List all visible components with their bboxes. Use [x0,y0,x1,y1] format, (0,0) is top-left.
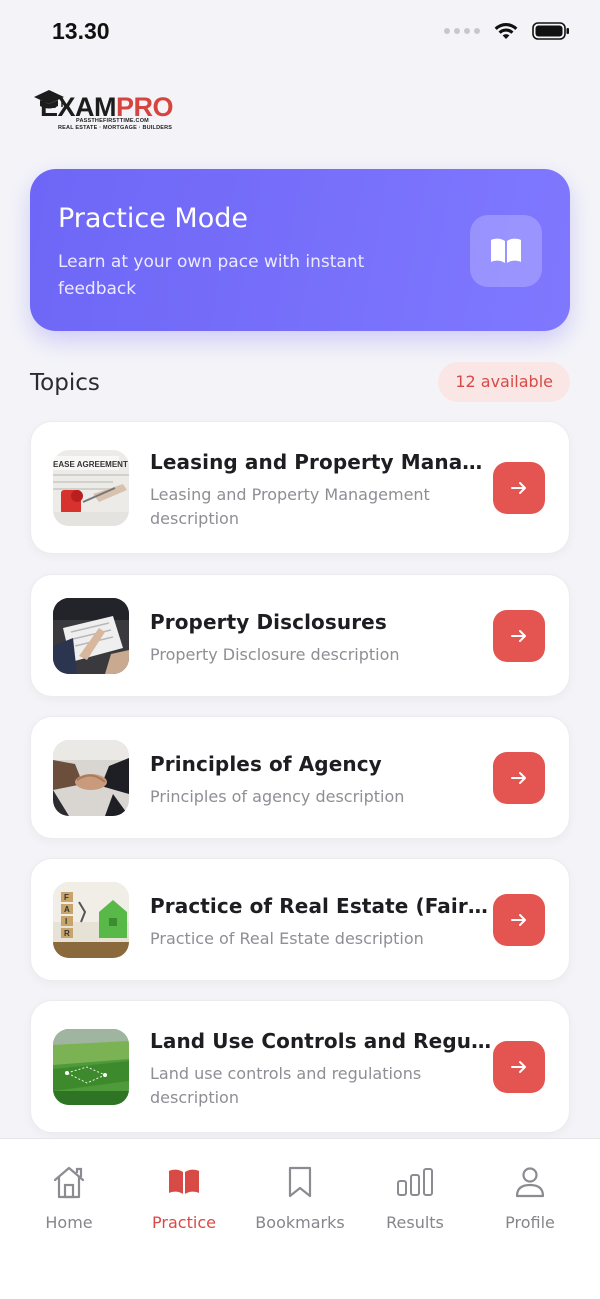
open-book-icon [470,215,542,287]
nav-item-profile[interactable]: Profile [475,1163,585,1232]
hero-title: Practice Mode [58,203,248,234]
logo-tagline: PASSTHEFIRSTTIME.COM [76,118,149,124]
status-icons [444,22,570,40]
topic-card-leasing[interactable]: EASE AGREEMENT Leasing and Property Mana… [30,421,570,554]
topic-card-practice-real-estate[interactable]: F A I R Practice of Real Estate (Fair H…… [30,858,570,981]
open-topic-button[interactable] [493,752,545,804]
arrow-right-icon [511,482,526,494]
nav-item-home[interactable]: Home [14,1163,124,1232]
open-topic-button[interactable] [493,1041,545,1093]
topic-description: Principles of agency description [150,787,405,806]
bookmark-icon [245,1163,355,1201]
logo-subline: REAL ESTATE · MORTGAGE · BUILDERS [58,125,173,131]
status-time: 13.30 [52,18,110,44]
topic-title: Property Disclosures [150,610,387,634]
arrow-right-icon [511,772,526,784]
handshake-thumbnail [53,740,129,816]
arrow-right-icon [511,914,526,926]
open-topic-button[interactable] [493,894,545,946]
nav-label: Profile [505,1213,555,1232]
book-icon [129,1163,239,1201]
topic-title: Practice of Real Estate (Fair H… [150,894,494,918]
svg-text:R: R [64,929,70,938]
fair-housing-thumbnail: F A I R [53,882,129,958]
status-bar: 13.30 [0,0,600,64]
lease-agreement-thumbnail: EASE AGREEMENT [53,450,129,526]
nav-item-results[interactable]: Results [360,1163,470,1232]
topic-title: Land Use Controls and Regula… [150,1029,494,1053]
topic-card-agency[interactable]: Principles of Agency Principles of agenc… [30,716,570,839]
aerial-land-thumbnail [53,1029,129,1105]
topic-description: Practice of Real Estate description [150,929,424,948]
battery-icon [532,22,569,40]
user-icon [475,1163,585,1201]
wifi-icon [494,23,518,39]
arrow-right-icon [511,1061,526,1073]
signal-dots-icon [444,28,480,34]
nav-label: Results [386,1213,444,1232]
practice-mode-card: Practice Mode Learn at your own pace wit… [30,169,570,331]
bar-chart-icon [360,1163,470,1201]
svg-text:I: I [65,917,67,926]
topic-card-disclosures[interactable]: Property Disclosures Property Disclosure… [30,574,570,697]
nav-label: Bookmarks [255,1213,345,1232]
hero-subtitle: Learn at your own pace with instant feed… [58,252,365,299]
svg-text:F: F [64,893,69,902]
topic-description: Land use controls and regulations descri… [150,1064,422,1107]
topic-card-land-use[interactable]: Land Use Controls and Regula… Land use c… [30,1000,570,1133]
topic-title: Principles of Agency [150,752,382,776]
svg-text:A: A [64,905,70,914]
home-icon [14,1163,124,1201]
exampro-logo: EXAMPRO PASSTHEFIRSTTIME.COM REAL ESTATE… [32,88,192,136]
svg-text:EASE AGREEMENT: EASE AGREEMENT [53,460,128,469]
open-topic-button[interactable] [493,610,545,662]
topic-description: Property Disclosure description [150,645,400,664]
bottom-nav: Home Practice Bookmarks Results Profile [0,1138,600,1299]
nav-label: Practice [152,1213,216,1232]
topics-count-badge: 12 available [438,362,570,402]
topic-description: Leasing and Property Management descript… [150,485,430,528]
open-topic-button[interactable] [493,462,545,514]
nav-item-practice[interactable]: Practice [129,1163,239,1232]
nav-label: Home [45,1213,93,1232]
arrow-right-icon [511,630,526,642]
nav-item-bookmarks[interactable]: Bookmarks [245,1163,355,1232]
topic-title: Leasing and Property Manage… [150,450,494,474]
signing-documents-thumbnail [53,598,129,674]
topics-heading: Topics [30,370,100,396]
